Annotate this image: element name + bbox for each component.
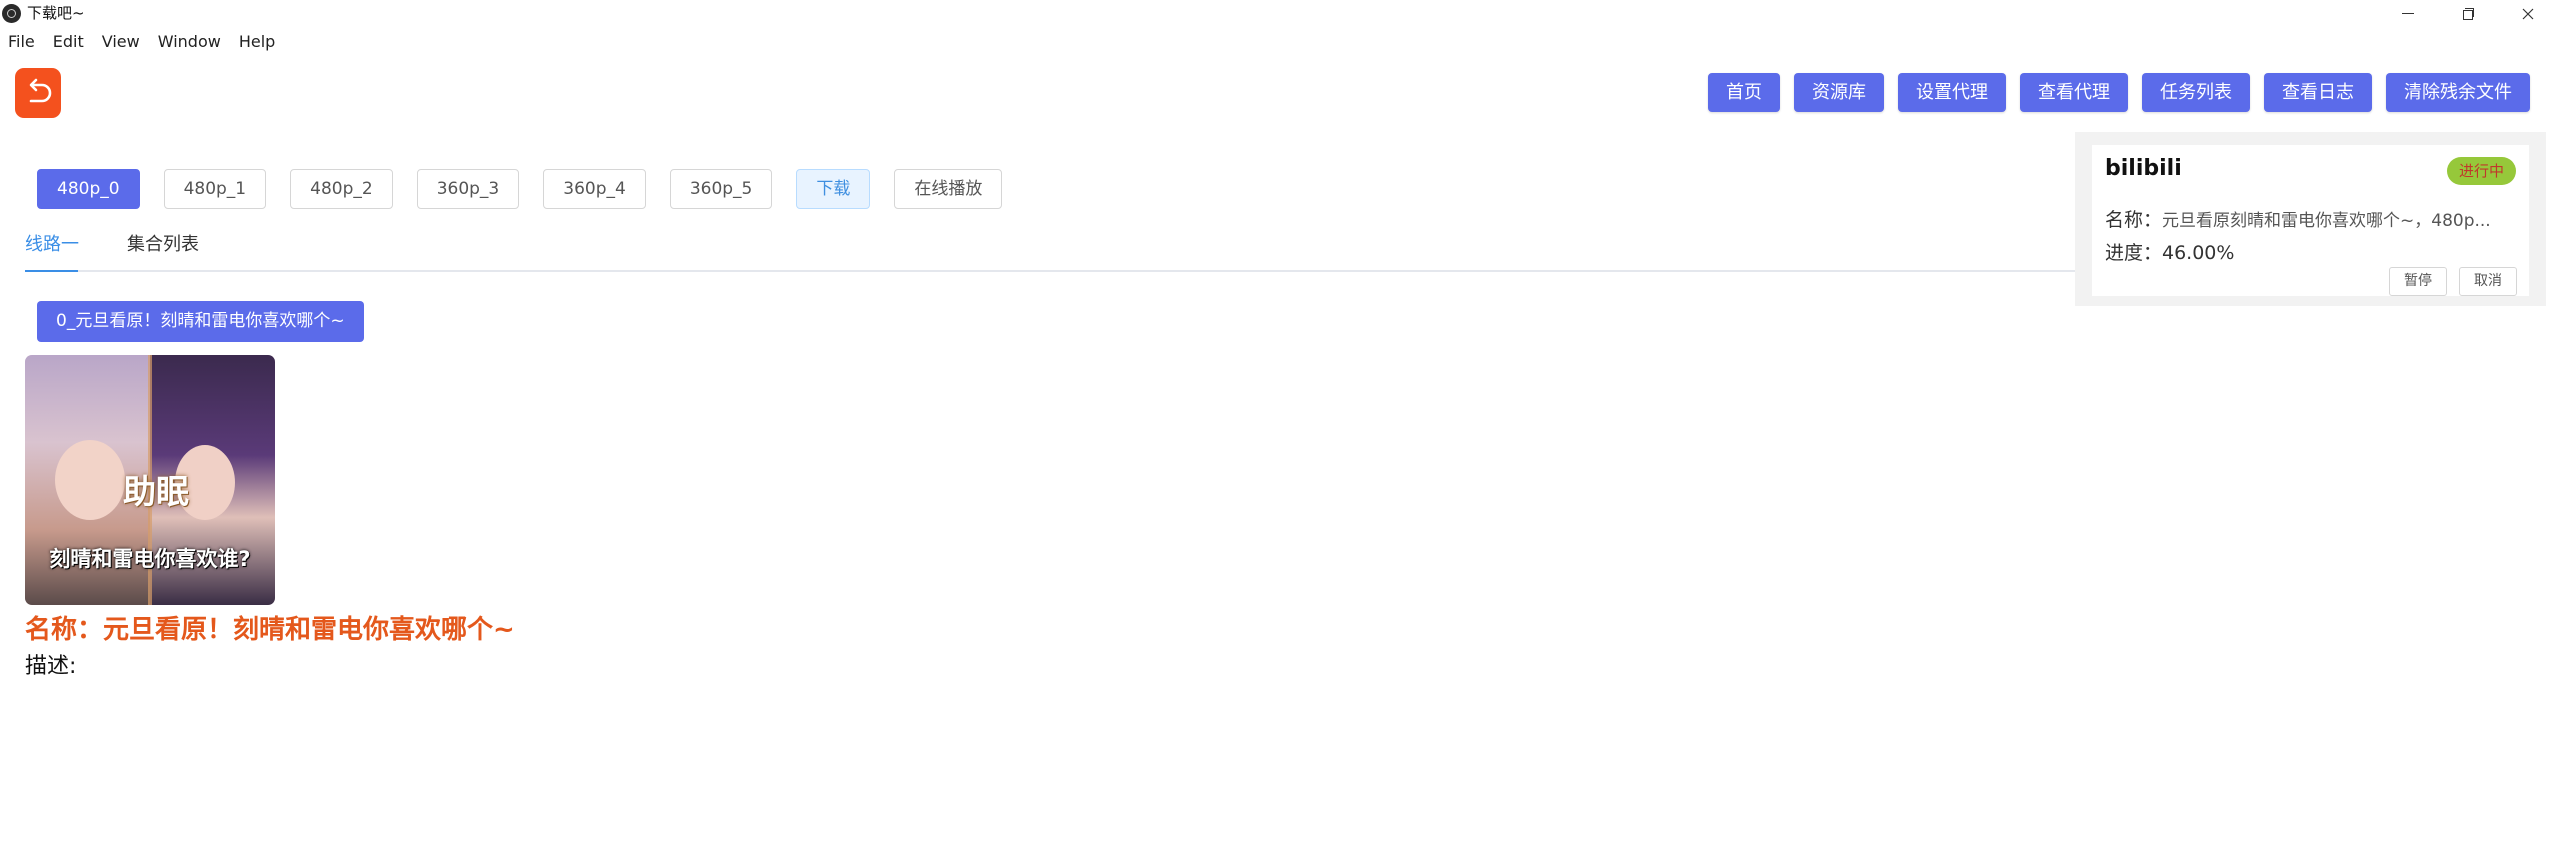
close-icon (2522, 8, 2534, 19)
menu-bar: File Edit View Window Help (0, 28, 284, 56)
quality-480p-1-button[interactable]: 480p_1 (163, 169, 267, 209)
tab-active-indicator (25, 270, 78, 272)
nav-task-list-button[interactable]: 任务列表 (2142, 73, 2250, 112)
quality-selector: 480p_0 480p_1 480p_2 360p_3 360p_4 360p_… (37, 169, 1003, 209)
episode-button[interactable]: 0_元旦看原！刻晴和雷电你喜欢哪个~ (37, 301, 364, 342)
menu-file[interactable]: File (0, 28, 44, 56)
menu-view[interactable]: View (93, 28, 149, 56)
close-button[interactable] (2498, 0, 2558, 27)
video-thumbnail: 助眠 刻晴和雷电你喜欢谁? (25, 355, 275, 605)
thumbnail-caption-top: 助眠 (123, 472, 189, 511)
minimize-button[interactable] (2378, 0, 2438, 27)
quality-480p-0-button[interactable]: 480p_0 (37, 169, 140, 209)
play-online-button[interactable]: 在线播放 (894, 169, 1003, 209)
quality-360p-4-button[interactable]: 360p_4 (543, 169, 646, 209)
nav-clear-files-button[interactable]: 清除残余文件 (2386, 73, 2530, 112)
thumbnail-caption-bottom: 刻晴和雷电你喜欢谁? (49, 547, 251, 571)
maximize-button[interactable] (2438, 0, 2498, 27)
status-badge: 进行中 (2446, 157, 2516, 185)
download-button[interactable]: 下载 (796, 169, 871, 209)
task-name: 名称：元旦看原刻晴和雷电你喜欢哪个~，480p... (2105, 205, 2491, 232)
task-actions: 暂停 取消 (2389, 267, 2517, 296)
tab-bar: 线路一 集合列表 (0, 224, 2075, 272)
back-button[interactable] (15, 68, 61, 118)
task-card: bilibili 进行中 名称：元旦看原刻晴和雷电你喜欢哪个~，480p... … (2092, 145, 2529, 296)
minimize-icon (2402, 13, 2414, 14)
tab-collection-list[interactable]: 集合列表 (127, 232, 199, 258)
quality-360p-5-button[interactable]: 360p_5 (669, 169, 773, 209)
back-arrow-icon (29, 78, 52, 103)
task-name-value: 元旦看原刻晴和雷电你喜欢哪个~，480p... (2162, 211, 2491, 231)
app-icon (2, 4, 21, 23)
menu-window[interactable]: Window (149, 28, 230, 56)
nav-view-proxy-button[interactable]: 查看代理 (2020, 73, 2128, 112)
tab-route-one[interactable]: 线路一 (25, 232, 79, 258)
thumbnail-figure-left (55, 440, 125, 520)
task-name-label: 名称： (2105, 209, 2163, 231)
quality-360p-3-button[interactable]: 360p_3 (416, 169, 520, 209)
window-title: 下载吧~ (27, 4, 85, 22)
video-description: 描述: (25, 654, 77, 679)
nav-library-button[interactable]: 资源库 (1794, 73, 1884, 112)
task-progress: 进度：46.00% (2105, 242, 2235, 264)
cancel-button[interactable]: 取消 (2459, 267, 2517, 296)
tab-divider (25, 270, 2075, 272)
title-bar: 下载吧~ (0, 0, 2560, 27)
restore-icon (2462, 8, 2474, 20)
quality-480p-2-button[interactable]: 480p_2 (290, 169, 393, 209)
nav-view-log-button[interactable]: 查看日志 (2264, 73, 2372, 112)
video-title: 名称：元旦看原！刻晴和雷电你喜欢哪个~ (25, 615, 515, 645)
menu-edit[interactable]: Edit (44, 28, 93, 56)
nav-set-proxy-button[interactable]: 设置代理 (1898, 73, 2006, 112)
nav-home-button[interactable]: 首页 (1708, 73, 1780, 112)
task-site-name: bilibili (2105, 156, 2182, 181)
pause-button[interactable]: 暂停 (2389, 267, 2447, 296)
menu-help[interactable]: Help (230, 28, 284, 56)
top-nav: 首页 资源库 设置代理 查看代理 任务列表 查看日志 清除残余文件 (1708, 73, 2530, 112)
task-panel: bilibili 进行中 名称：元旦看原刻晴和雷电你喜欢哪个~，480p... … (2075, 132, 2546, 306)
